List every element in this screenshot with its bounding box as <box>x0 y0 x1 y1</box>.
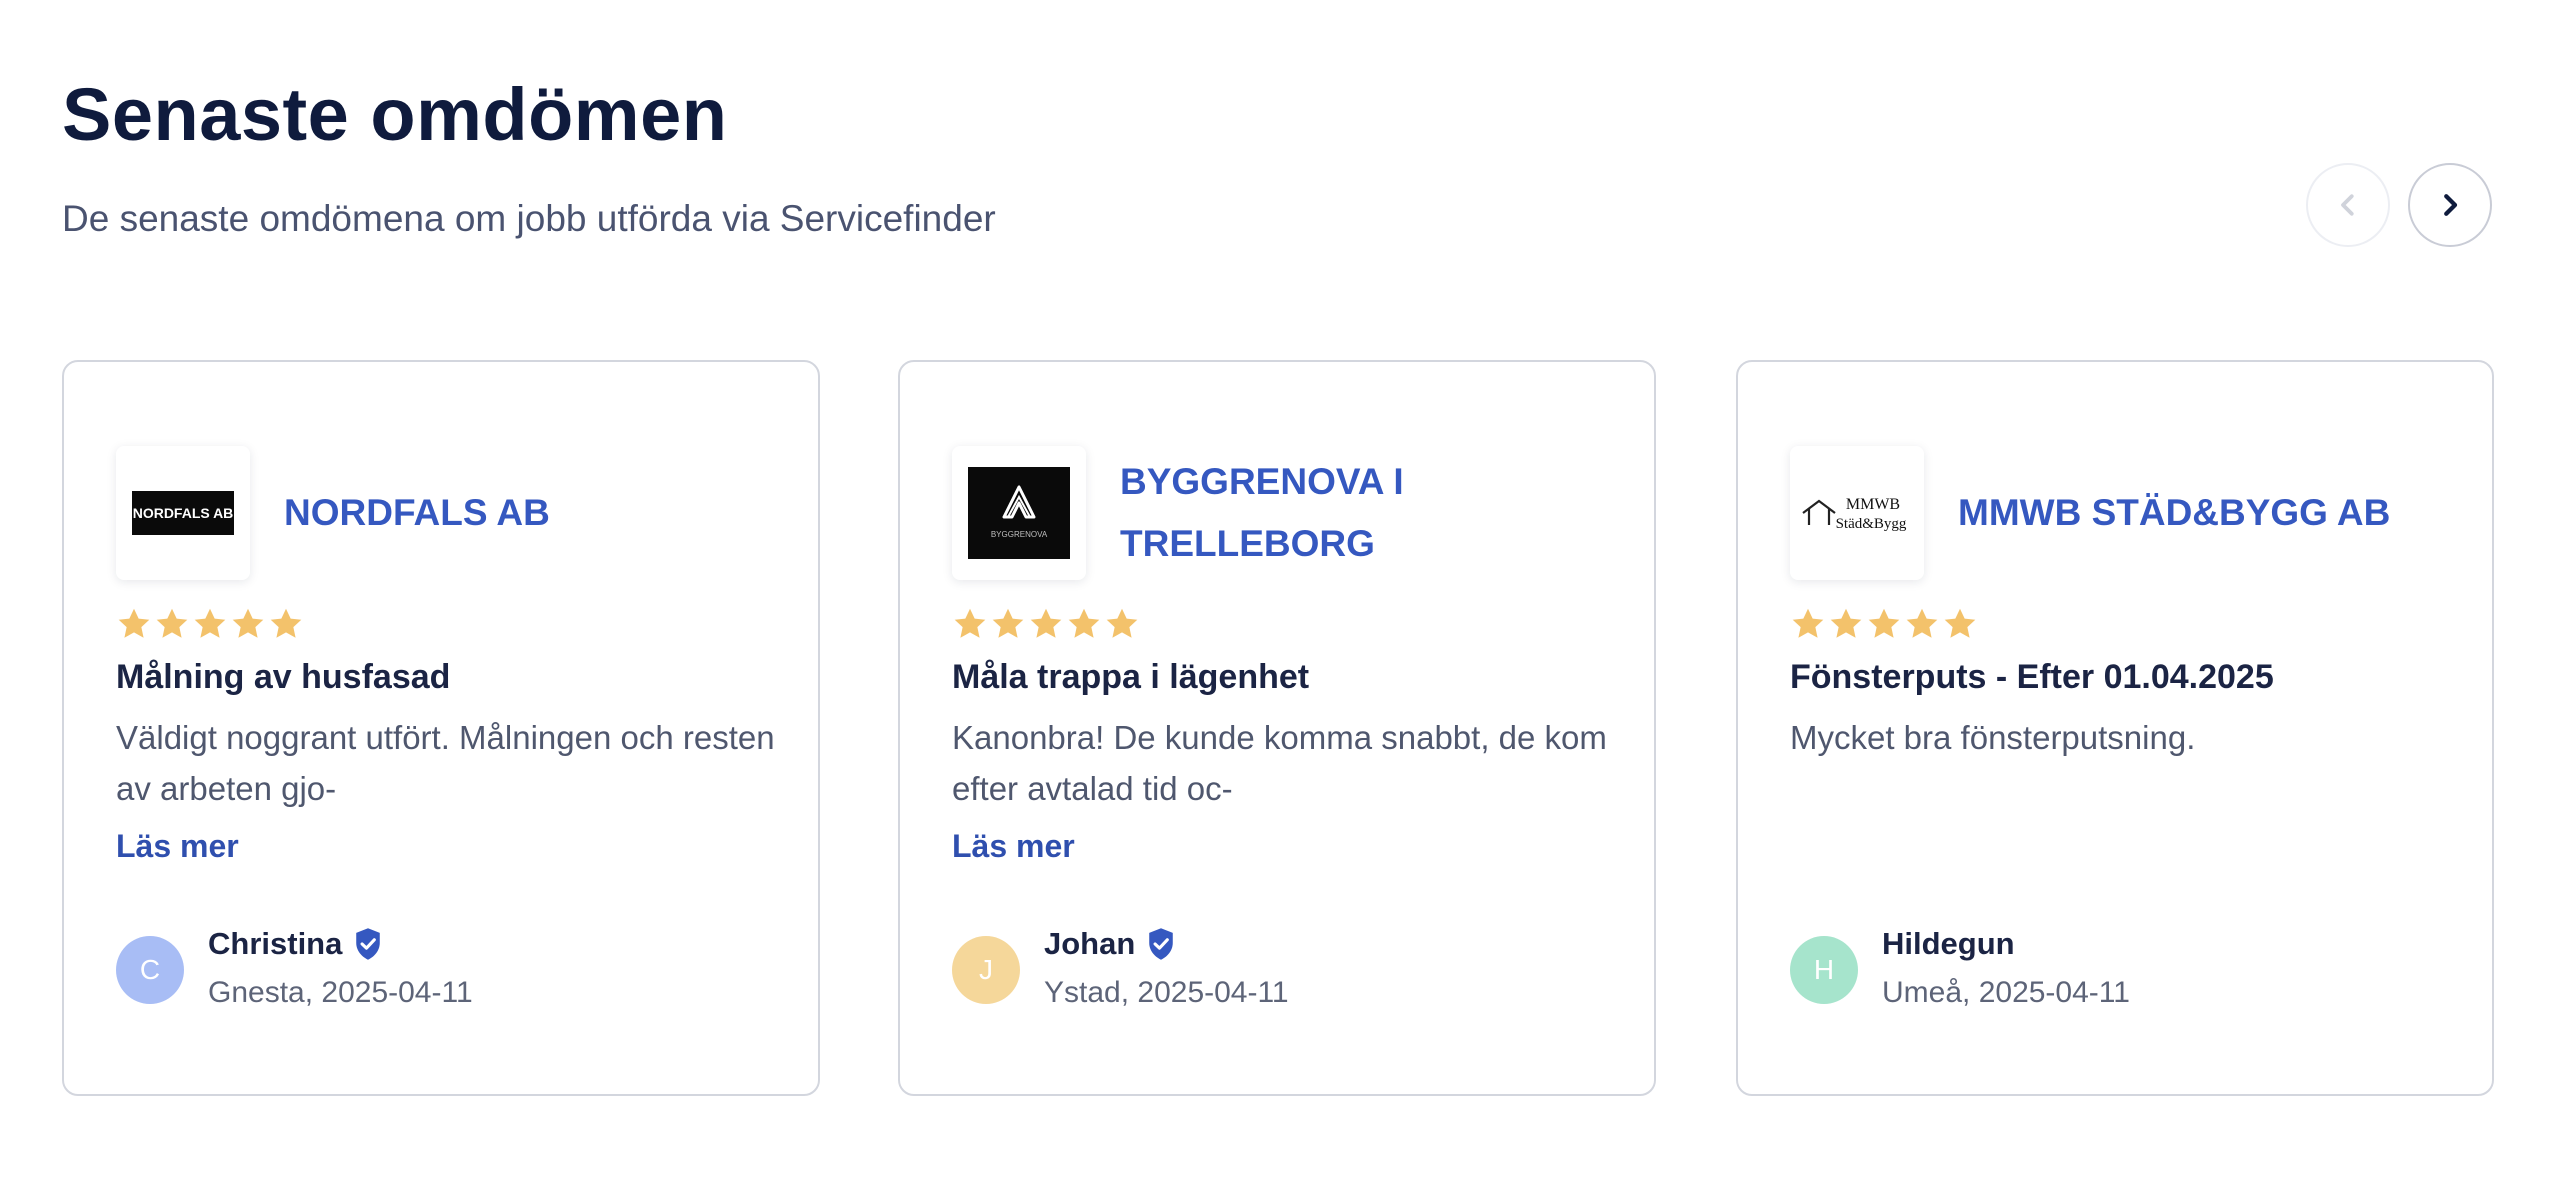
reviewer-location-date: Gnesta, 2025-04-11 <box>208 976 473 1009</box>
reviewer-name: Johan <box>1044 926 1136 961</box>
star-icon <box>1830 608 1862 638</box>
star-icon <box>1106 608 1138 638</box>
reviewer: Hildegun <box>1882 926 2015 962</box>
chevron-left-icon <box>2341 194 2354 216</box>
company-logo[interactable]: BYGGRENOVA <box>952 446 1086 580</box>
review-text: Kanonbra! De kunde komma snabbt, de kom … <box>952 719 1607 807</box>
star-icon <box>156 608 188 638</box>
reviewer: Christina <box>208 926 384 962</box>
reviewer-location-date: Umeå, 2025-04-11 <box>1882 976 2130 1009</box>
read-more-link[interactable]: Läs mer <box>952 828 1075 865</box>
company-logo-image: BYGGRENOVA <box>968 467 1070 559</box>
review-card: BYGGRENOVA BYGGRENOVA I TRELLEBORG Måla … <box>898 360 1656 1096</box>
review-card: MMWB Städ&Bygg MMWB STÄD&BYGG AB Fönster… <box>1736 360 2494 1096</box>
carousel-prev-button[interactable] <box>2306 163 2390 247</box>
company-logo[interactable]: NORDFALS AB <box>116 446 250 580</box>
star-icon <box>1068 608 1100 638</box>
read-more-link[interactable]: Läs mer <box>116 828 239 865</box>
star-icon <box>232 608 264 638</box>
star-icon <box>1868 608 1900 638</box>
star-rating <box>116 606 304 642</box>
review-text: Mycket bra fönsterputsning. <box>1790 719 2196 756</box>
company-name-link[interactable]: BYGGRENOVA I TRELLEBORG <box>1120 446 1620 580</box>
avatar: J <box>952 936 1020 1004</box>
verified-badge-icon <box>356 928 381 960</box>
star-icon <box>1030 608 1062 638</box>
company-name-link[interactable]: MMWB STÄD&BYGG AB <box>1958 446 2458 580</box>
company-logo-image: NORDFALS AB <box>132 491 234 535</box>
reviewer-name: Hildegun <box>1882 926 2015 961</box>
company-logo-image: MMWB Städ&Bygg <box>1802 496 1907 532</box>
star-icon <box>118 608 150 638</box>
avatar: C <box>116 936 184 1004</box>
review-card: NORDFALS AB NORDFALS AB Målning av husfa… <box>62 360 820 1096</box>
carousel-next-button[interactable] <box>2408 163 2492 247</box>
page-title: Senaste omdömen <box>62 73 728 156</box>
reviewer-name: Christina <box>208 926 343 961</box>
star-rating <box>952 606 1140 642</box>
chevron-right-icon <box>2444 194 2458 216</box>
page-subtitle: De senaste omdömena om jobb utförda via … <box>62 198 996 239</box>
star-rating <box>1790 606 1978 642</box>
review-text: Väldigt noggrant utfört. Målningen och r… <box>116 719 775 807</box>
company-logo[interactable]: MMWB Städ&Bygg <box>1790 446 1924 580</box>
star-icon <box>1944 608 1976 638</box>
company-name-link[interactable]: NORDFALS AB <box>284 446 784 580</box>
svg-text:NORDFALS AB: NORDFALS AB <box>133 505 234 521</box>
star-icon <box>992 608 1024 638</box>
star-icon <box>954 608 986 638</box>
review-title: Fönsterputs - Efter 01.04.2025 <box>1790 658 2274 696</box>
avatar: H <box>1790 936 1858 1004</box>
review-title: Målning av husfasad <box>116 658 451 696</box>
star-icon <box>194 608 226 638</box>
svg-text:MMWB: MMWB <box>1846 496 1900 513</box>
star-icon <box>1792 608 1824 638</box>
reviewer-location-date: Ystad, 2025-04-11 <box>1044 976 1289 1009</box>
verified-badge-icon <box>1149 928 1174 960</box>
review-title: Måla trappa i lägenhet <box>952 658 1310 696</box>
svg-text:BYGGRENOVA: BYGGRENOVA <box>991 530 1048 539</box>
svg-text:Städ&Bygg: Städ&Bygg <box>1836 516 1907 532</box>
star-icon <box>1906 608 1938 638</box>
reviewer: Johan <box>1044 926 1177 962</box>
star-icon <box>270 608 302 638</box>
